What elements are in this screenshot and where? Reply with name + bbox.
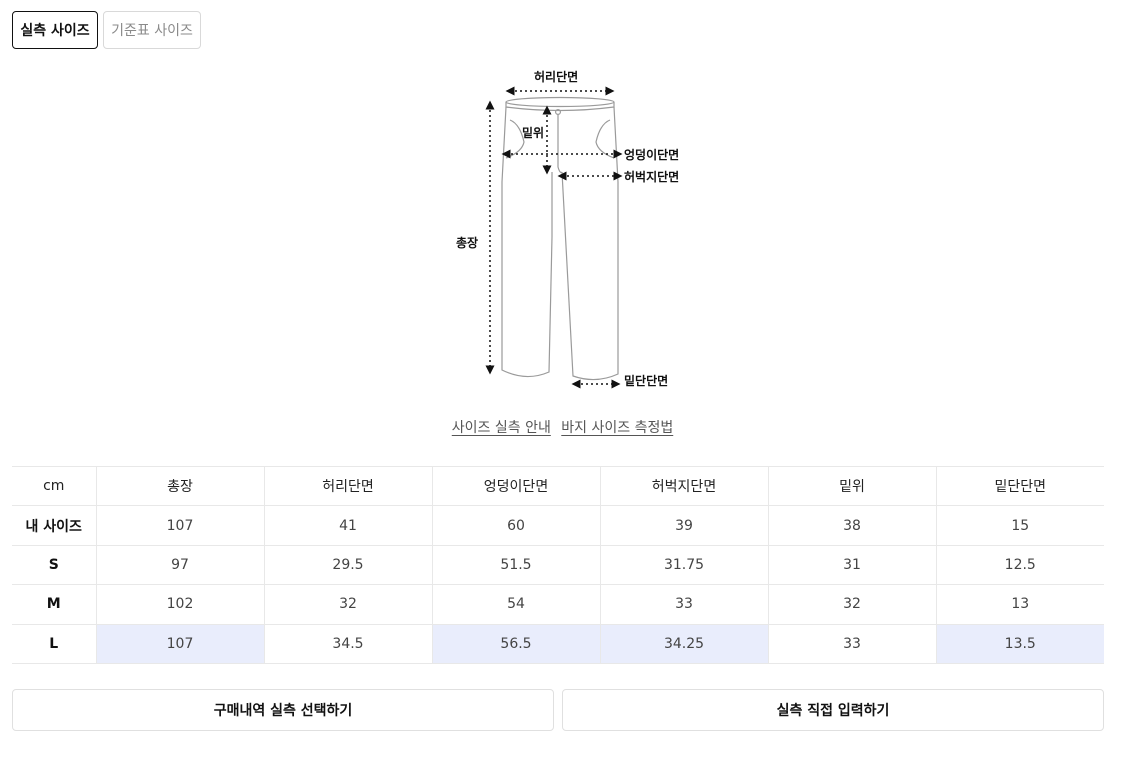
table-cell: 13 — [935, 584, 1104, 625]
tab-standard-size[interactable]: 기준표 사이즈 — [103, 11, 201, 49]
table-cell: 60 — [431, 505, 600, 546]
table-cell: 97 — [95, 545, 264, 586]
table-cell: 39 — [599, 505, 768, 546]
pants-illustration — [485, 86, 623, 389]
table-cell: 12.5 — [935, 545, 1104, 586]
table-cell-highlight: 34.25 — [599, 624, 768, 664]
table-header-row: cm 총장 허리단면 엉덩이단면 허벅지단면 밑위 밑단단면 — [12, 465, 1104, 507]
table-cell: 29.5 — [263, 545, 432, 586]
table-cell-highlight: 56.5 — [431, 624, 600, 664]
table-cell: 15 — [935, 505, 1104, 546]
diagram-label-hip: 엉덩이단면 — [624, 148, 680, 162]
manual-input-button[interactable]: 실측 직접 입력하기 — [562, 689, 1104, 731]
select-from-purchase-button[interactable]: 구매내역 실측 선택하기 — [12, 689, 554, 731]
size-guide-link[interactable]: 사이즈 실측 안내 — [452, 420, 551, 436]
table-cell: 41 — [263, 505, 432, 546]
table-cell: 내 사이즈 — [12, 505, 96, 546]
diagram-label-waist: 허리단면 — [534, 70, 579, 84]
size-tabs: 실측 사이즈 기준표 사이즈 — [12, 11, 201, 49]
table-row-m: M 102 32 54 33 32 13 — [12, 584, 1104, 625]
table-cell: 31.75 — [599, 545, 768, 586]
table-row-s: S 97 29.5 51.5 31.75 31 12.5 — [12, 545, 1104, 586]
table-cell: 51.5 — [431, 545, 600, 586]
diagram-label-hem: 밑단단면 — [624, 374, 669, 388]
table-cell: L — [12, 624, 96, 664]
table-cell-highlight: 13.5 — [935, 624, 1104, 664]
table-cell: 31 — [767, 545, 936, 586]
pants-measure-link[interactable]: 바지 사이즈 측정법 — [561, 420, 673, 436]
action-buttons: 구매내역 실측 선택하기 실측 직접 입력하기 — [12, 689, 1104, 731]
table-cell: 33 — [767, 624, 936, 664]
pants-measurement-diagram: 허리단면 밑위 엉덩이단면 허벅지단면 총장 밑단단면 — [440, 62, 700, 398]
size-table: cm 총장 허리단면 엉덩이단면 허벅지단면 밑위 밑단단면 내 사이즈 107… — [12, 465, 1104, 664]
diagram-label-length: 총장 — [456, 236, 479, 250]
table-header-hip: 엉덩이단면 — [431, 465, 600, 507]
table-header-unit: cm — [12, 465, 96, 507]
table-cell: 54 — [431, 584, 600, 625]
table-header-waist: 허리단면 — [263, 465, 432, 507]
table-cell-highlight: 107 — [95, 624, 264, 664]
table-cell: 32 — [767, 584, 936, 625]
table-cell: M — [12, 584, 96, 625]
table-cell: 32 — [263, 584, 432, 625]
size-guide-links: 사이즈 실측 안내 바지 사이즈 측정법 — [0, 417, 1125, 437]
diagram-label-thigh: 허벅지단면 — [624, 170, 680, 184]
table-header-thigh: 허벅지단면 — [599, 465, 768, 507]
table-row-l: L 107 34.5 56.5 34.25 33 13.5 — [12, 624, 1104, 664]
table-header-length: 총장 — [95, 465, 264, 507]
table-cell: 34.5 — [263, 624, 432, 664]
diagram-label-rise: 밑위 — [522, 126, 545, 140]
table-cell: 33 — [599, 584, 768, 625]
tab-measured-size[interactable]: 실측 사이즈 — [12, 11, 98, 49]
table-cell: 102 — [95, 584, 264, 625]
table-cell: 38 — [767, 505, 936, 546]
table-cell: 107 — [95, 505, 264, 546]
table-header-hem: 밑단단면 — [935, 465, 1104, 507]
table-header-rise: 밑위 — [767, 465, 936, 507]
table-row-my-size: 내 사이즈 107 41 60 39 38 15 — [12, 505, 1104, 546]
table-cell: S — [12, 545, 96, 586]
